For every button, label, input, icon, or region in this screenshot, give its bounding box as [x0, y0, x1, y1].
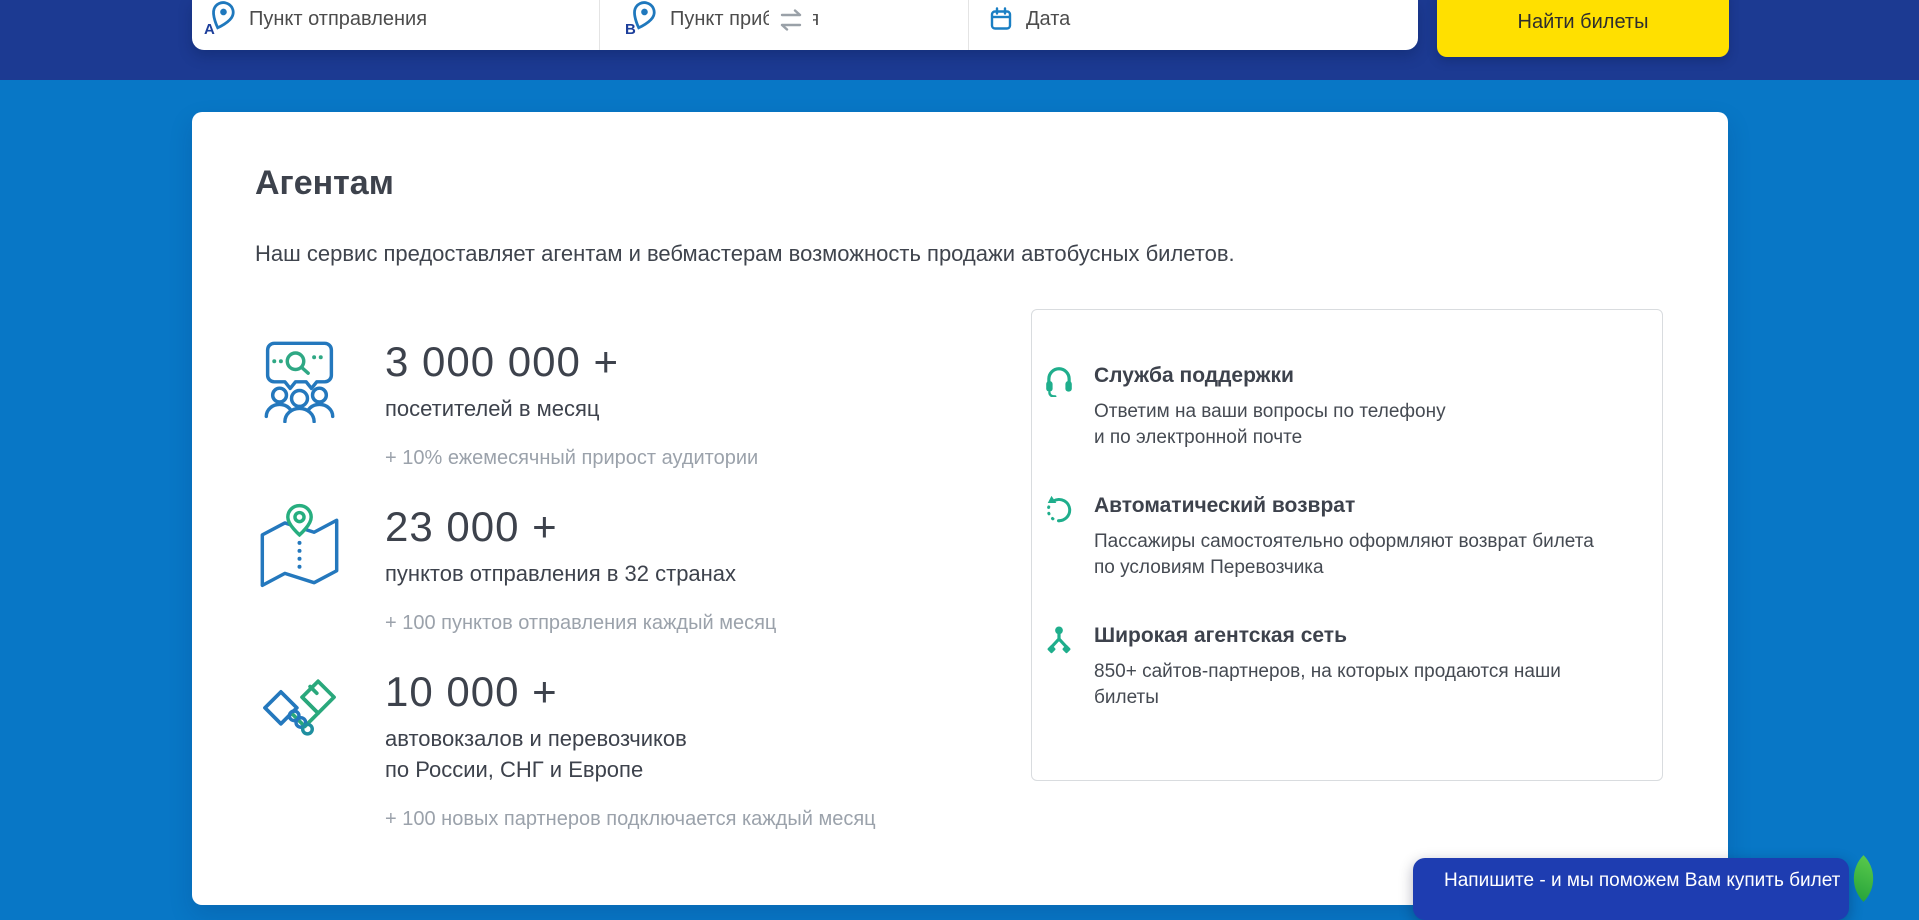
feature-network: Широкая агентская сеть 850+ сайтов-партн…: [1044, 622, 1644, 711]
stat-partners: 10 000 + автовокзалов и перевозчиков по …: [257, 668, 876, 831]
chat-widget[interactable]: Напишите - и мы поможем Вам купить билет: [1413, 858, 1849, 920]
stat-label: посетителей в месяц: [385, 393, 758, 424]
stat-note: + 10% ежемесячный прирост аудитории: [385, 447, 758, 470]
departure-input[interactable]: [247, 7, 491, 32]
features-panel: Служба поддержки Ответим на ваши вопросы…: [1031, 309, 1663, 781]
refresh-icon: [1044, 492, 1074, 581]
network-icon: [1044, 622, 1074, 711]
pin-b-letter: B: [625, 21, 636, 38]
route-search-bar: A B: [192, 0, 1418, 50]
stat-partners-text: 10 000 + автовокзалов и перевозчиков по …: [385, 668, 876, 831]
intro-text: Наш сервис предоставляет агентам и вебма…: [255, 241, 1235, 267]
date-input[interactable]: [1024, 7, 1328, 32]
stat-departure-points: 23 000 + пунктов отправления в 32 страна…: [257, 503, 776, 635]
stat-note: + 100 новых партнеров подключается кажды…: [385, 808, 876, 831]
date-field[interactable]: [968, 0, 1418, 50]
handshake-icon: [257, 668, 342, 753]
stat-departure-text: 23 000 + пунктов отправления в 32 страна…: [385, 503, 776, 635]
stat-label: автовокзалов и перевозчиков по России, С…: [385, 723, 876, 785]
stat-visitors-text: 3 000 000 + посетителей в месяц + 10% еж…: [385, 338, 758, 470]
stat-visitors: 3 000 000 + посетителей в месяц + 10% еж…: [257, 338, 758, 470]
feature-refund-text: Автоматический возврат Пассажиры самосто…: [1094, 492, 1594, 581]
stat-label: пунктов отправления в 32 странах: [385, 558, 776, 589]
feature-text: Ответим на ваши вопросы по телефону и по…: [1094, 399, 1446, 451]
calendar-icon: [989, 6, 1013, 33]
map-pin-icon: [257, 503, 342, 588]
chat-message: Напишите - и мы поможем Вам купить билет: [1444, 870, 1840, 891]
headset-icon: [1044, 362, 1074, 451]
agents-card: Агентам Наш сервис предоставляет агентам…: [192, 112, 1728, 905]
stat-value: 23 000 +: [385, 503, 776, 551]
feature-text: Пассажиры самостоятельно оформляют возвр…: [1094, 529, 1594, 581]
feature-text: 850+ сайтов-партнеров, на которых продаю…: [1094, 659, 1561, 711]
feature-title: Служба поддержки: [1094, 362, 1446, 390]
stat-value: 10 000 +: [385, 668, 876, 716]
swap-directions-icon[interactable]: [769, 5, 813, 35]
feature-title: Автоматический возврат: [1094, 492, 1594, 520]
stat-note: + 100 пунктов отправления каждый месяц: [385, 612, 776, 635]
feature-network-text: Широкая агентская сеть 850+ сайтов-партн…: [1094, 622, 1561, 711]
chat-leaf-icon: [1840, 855, 1887, 902]
feature-title: Широкая агентская сеть: [1094, 622, 1561, 650]
feature-support: Служба поддержки Ответим на ваши вопросы…: [1044, 362, 1644, 451]
feature-refund: Автоматический возврат Пассажиры самосто…: [1044, 492, 1644, 581]
audience-bubble-icon: [257, 338, 342, 423]
pin-b-icon: B: [627, 1, 657, 37]
feature-support-text: Служба поддержки Ответим на ваши вопросы…: [1094, 362, 1446, 451]
stat-value: 3 000 000 +: [385, 338, 758, 386]
departure-field[interactable]: A: [192, 0, 599, 50]
pin-a-letter: A: [204, 21, 215, 38]
find-tickets-button[interactable]: Найти билеты: [1437, 0, 1729, 57]
pin-a-icon: A: [206, 1, 236, 37]
page-title: Агентам: [255, 164, 394, 203]
